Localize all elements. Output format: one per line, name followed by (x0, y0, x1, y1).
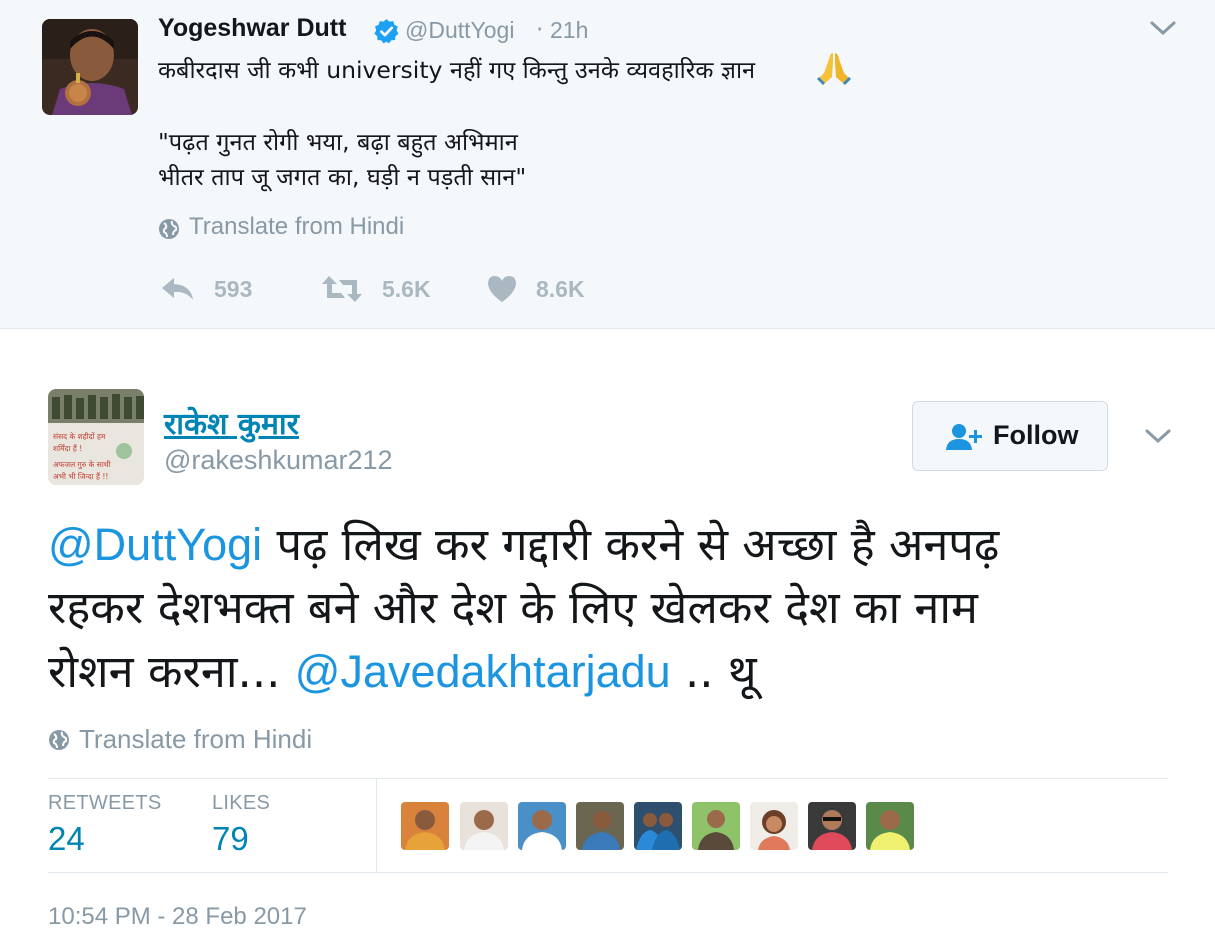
tweet-text: .. थू (670, 645, 757, 698)
parent-text-line: "पढ़त गुनत रोगी भया, बढ़ा बहुत अभिमान (158, 128, 518, 156)
svg-text:अफजल गुरु के साथी: अफजल गुरु के साथी (53, 460, 112, 470)
tweet-timestamp[interactable]: 10:54 PM - 28 Feb 2017 (48, 903, 307, 931)
divider (48, 872, 1168, 873)
chevron-down-icon[interactable] (1150, 20, 1176, 36)
reply-icon[interactable] (160, 274, 196, 304)
svg-text:अभी भी जिन्दा हैं !!: अभी भी जिन्दा हैं !! (53, 472, 108, 481)
main-avatar[interactable]: संसद के शहीदों हम शर्मिंदा हैं ! अफजल गु… (48, 389, 144, 485)
mention-link[interactable]: @DuttYogi (48, 519, 262, 570)
liker-avatar[interactable] (401, 802, 449, 850)
globe-icon (159, 219, 179, 239)
parent-translate-link[interactable]: Translate from Hindi (189, 213, 404, 241)
tweet-text-line: @DuttYogi पढ़ लिख कर गद्दारी करने से अच्… (48, 514, 1168, 576)
tweet-text: पढ़ लिख कर गद्दारी करने से अच्छा है अनपढ… (262, 518, 1000, 571)
liker-avatar[interactable] (460, 802, 508, 850)
separator-dot: · (536, 17, 544, 43)
mention-link[interactable]: @Javedakhtarjadu (295, 646, 671, 697)
verified-badge-icon (374, 19, 399, 44)
parent-timestamp[interactable]: 21h (550, 17, 588, 44)
retweet-count: 5.6K (382, 276, 431, 302)
main-author-handle[interactable]: @rakeshkumar212 (164, 445, 393, 476)
parent-text-line: कबीरदास जी कभी university नहीं गए किन्तु… (158, 56, 756, 84)
tweet-text-line: रोशन करना... @Javedakhtarjadu .. थू (48, 641, 1168, 703)
like-count: 8.6K (536, 276, 585, 302)
liker-avatar[interactable] (634, 802, 682, 850)
heart-icon[interactable] (486, 274, 518, 304)
liker-avatar[interactable] (518, 802, 566, 850)
parent-tweet[interactable]: Yogeshwar Dutt @DuttYogi · 21h कबीरदास ज… (0, 0, 1215, 329)
svg-text:संसद के शहीदों हम: संसद के शहीदों हम (53, 432, 106, 441)
reply-count: 593 (214, 276, 253, 302)
likes-label[interactable]: LIKES (212, 792, 270, 815)
liker-avatar[interactable] (692, 802, 740, 850)
globe-icon (49, 730, 69, 750)
parent-author-handle[interactable]: @DuttYogi (405, 17, 514, 44)
main-translate-link[interactable]: Translate from Hindi (79, 724, 312, 755)
praying-hands-emoji (817, 53, 851, 85)
parent-text-line: भीतर ताप जू जगत का, घड़ी न पड़ती सान" (158, 163, 527, 191)
parent-avatar[interactable] (42, 19, 138, 115)
retweets-count[interactable]: 24 (48, 820, 85, 858)
retweets-label[interactable]: RETWEETS (48, 792, 162, 815)
divider (48, 778, 1168, 779)
main-author-name[interactable]: राकेश कुमार (164, 402, 299, 443)
follow-person-plus-icon (946, 424, 982, 450)
follow-button-label: Follow (993, 420, 1079, 450)
liker-avatar[interactable] (866, 802, 914, 850)
liker-avatar[interactable] (576, 802, 624, 850)
likes-count[interactable]: 79 (212, 820, 249, 858)
svg-text:शर्मिंदा हैं !: शर्मिंदा हैं ! (53, 444, 82, 453)
chevron-down-icon[interactable] (1145, 428, 1171, 444)
tweet-text: रोशन करना... (48, 645, 295, 698)
tweet-text-line: रहकर देशभक्त बने और देश के लिए खेलकर देश… (48, 581, 978, 634)
divider (376, 779, 377, 872)
liker-avatar[interactable] (808, 802, 856, 850)
parent-author-name[interactable]: Yogeshwar Dutt (158, 14, 346, 43)
liker-avatar[interactable] (750, 802, 798, 850)
follow-button[interactable]: Follow (912, 401, 1108, 471)
retweet-icon[interactable] (321, 274, 363, 304)
